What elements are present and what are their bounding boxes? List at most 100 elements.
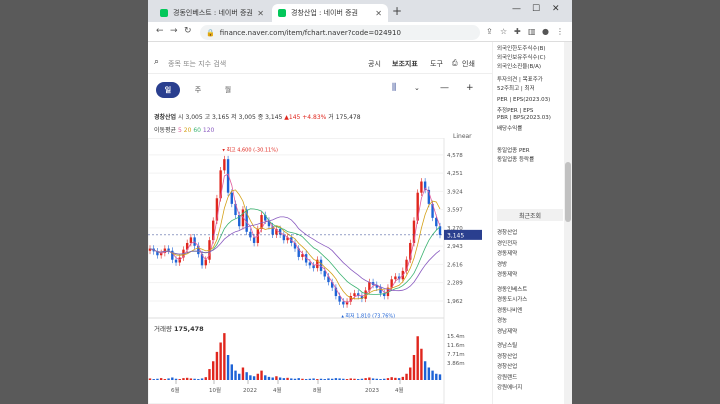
recent-item[interactable]: 경동제약 xyxy=(497,270,517,278)
menu-disclosure[interactable]: 공시 xyxy=(368,59,381,69)
tab-inactive[interactable]: 경동인베스트 : 네이버 증권 ✕ xyxy=(154,4,270,22)
close-icon[interactable]: ✕ xyxy=(257,9,264,18)
y-tick-label: 1,962 xyxy=(447,299,463,305)
stock-name: 경창산업 xyxy=(154,114,177,121)
print-icon[interactable]: ⎙ xyxy=(452,59,458,68)
open-label: 시 xyxy=(178,114,184,121)
volume-bar xyxy=(252,376,256,380)
recent-item[interactable]: 경인전자 xyxy=(497,239,517,247)
recent-item[interactable]: 강원에너지 xyxy=(497,383,522,391)
recent-item[interactable]: 경동나비엔 xyxy=(497,306,522,314)
volume-bar xyxy=(397,378,401,380)
recent-item[interactable]: 경농 xyxy=(497,316,507,324)
chevron-down-icon[interactable]: ⌄ xyxy=(414,84,420,92)
recent-item[interactable]: 경창산업 xyxy=(497,352,517,360)
extensions-icon[interactable]: ✚ xyxy=(514,27,521,36)
back-icon[interactable]: ← xyxy=(156,26,164,36)
candle-body xyxy=(249,231,252,238)
y-tick-label: 2,616 xyxy=(447,262,463,268)
volume-bar xyxy=(208,369,211,380)
menu-print[interactable]: 인쇄 xyxy=(462,59,475,69)
volume-bar xyxy=(409,367,412,380)
volume-bar xyxy=(427,367,431,380)
close-value: 3,145 xyxy=(265,114,283,121)
search-input[interactable]: 종목 또는 지수 검색 xyxy=(168,59,226,69)
ma-5[interactable]: 5 xyxy=(178,127,182,134)
chart-panel: ⌕ 종목 또는 지수 검색 공시 보조지표 도구 ⎙ 인쇄 일 주 월 ⫼ ⌄ … xyxy=(148,42,492,404)
recent-item[interactable]: 경남제약 xyxy=(497,327,517,335)
recent-item[interactable]: 경동도시가스 xyxy=(497,295,527,303)
volume-label: 거 xyxy=(328,114,334,121)
candle-type-icon[interactable]: ⫼ xyxy=(392,83,396,93)
open-value: 3,005 xyxy=(185,114,203,121)
period-day[interactable]: 일 xyxy=(156,82,180,98)
sidebar-stat-item: PER | EPS(2023.03) xyxy=(497,97,551,103)
window-close-icon[interactable]: ✕ xyxy=(552,4,560,14)
sidebar: 최근조회 외국인한도주식수(B) 외국인보유주식수(C) 외국인소진율(B/A) 투자… xyxy=(492,42,572,404)
volume-bar xyxy=(167,378,170,380)
ma-label: 이동평균 xyxy=(154,127,177,134)
recent-item[interactable]: 경창산업 xyxy=(497,362,517,370)
url-text: finance.naver.com/item/fchart.naver?code… xyxy=(219,28,401,37)
volume-bar xyxy=(312,378,315,380)
ma-60[interactable]: 60 xyxy=(193,127,201,134)
volume-header-label: 거래량 xyxy=(154,325,172,333)
volume-bar xyxy=(379,379,382,380)
tab-active[interactable]: 경창산업 : 네이버 증권 ✕ xyxy=(272,4,388,22)
zoom-out-icon[interactable]: — xyxy=(440,83,449,93)
candle-body xyxy=(230,192,233,204)
volume-bar xyxy=(189,378,193,380)
recent-item[interactable]: 경방 xyxy=(497,260,507,268)
price-chart[interactable]: 1,9622,2892,6162,9433,2703,5973,9244,251… xyxy=(148,138,492,404)
menu-icon[interactable]: ⋮ xyxy=(556,27,564,36)
volume-tick-label: 7.71m xyxy=(447,352,465,358)
volume-tick-label: 15.4m xyxy=(447,334,465,340)
volume-bar xyxy=(316,379,319,380)
sidepanel-icon[interactable]: ▥ xyxy=(528,27,536,36)
y-tick-label: 2,289 xyxy=(447,281,463,287)
zoom-in-icon[interactable]: + xyxy=(466,83,474,93)
volume-bar xyxy=(219,342,222,380)
recent-item[interactable]: 경남스틸 xyxy=(497,341,517,349)
volume-bar xyxy=(204,377,207,380)
ma-120[interactable]: 120 xyxy=(203,127,214,134)
menu-tools[interactable]: 도구 xyxy=(430,59,443,69)
browser-window: 경동인베스트 : 네이버 증권 ✕ 경창산업 : 네이버 증권 ✕ + — ☐ … xyxy=(148,0,572,404)
star-icon[interactable]: ☆ xyxy=(500,27,507,36)
recent-item[interactable]: 경창산업 xyxy=(497,228,517,236)
sidebar-stat-item: 외국인한도주식수(B) xyxy=(497,46,546,52)
share-icon[interactable]: ⇪ xyxy=(486,27,493,36)
volume-bar xyxy=(431,370,434,380)
scrollbar-thumb[interactable] xyxy=(565,162,571,222)
volume-bar xyxy=(163,379,167,380)
recent-item[interactable]: 경동제약 xyxy=(497,249,517,257)
volume-bar xyxy=(345,379,349,380)
candle-body xyxy=(252,237,256,243)
candle-body xyxy=(193,237,196,246)
forward-icon[interactable]: → xyxy=(170,26,178,36)
high-value: 3,165 xyxy=(212,114,230,121)
address-bar-row: ← → ↻ 🔒 finance.naver.com/item/fchart.na… xyxy=(148,22,572,42)
new-tab-icon[interactable]: + xyxy=(392,4,402,18)
recent-item[interactable]: 강원랜드 xyxy=(497,373,517,381)
close-icon[interactable]: ✕ xyxy=(375,9,382,18)
reload-icon[interactable]: ↻ xyxy=(184,26,192,36)
y-tick-label: 4,251 xyxy=(447,171,463,177)
volume-bar xyxy=(420,348,423,380)
ma-20[interactable]: 20 xyxy=(184,127,192,134)
minimize-icon[interactable]: — xyxy=(512,4,521,14)
volume-bar xyxy=(278,377,282,380)
menu-indicators[interactable]: 보조지표 xyxy=(392,59,418,69)
volume-bar xyxy=(360,378,364,380)
recent-item[interactable]: 경동인베스트 xyxy=(497,285,527,293)
profile-icon[interactable]: ● xyxy=(542,27,549,36)
sidebar-stat-item: 외국인소진율(B/A) xyxy=(497,64,542,70)
scrollbar[interactable] xyxy=(564,42,572,404)
candle-body xyxy=(174,259,178,263)
address-input[interactable]: 🔒 finance.naver.com/item/fchart.naver?co… xyxy=(200,25,480,40)
period-week[interactable]: 주 xyxy=(186,82,210,98)
period-month[interactable]: 월 xyxy=(216,82,240,98)
search-icon[interactable]: ⌕ xyxy=(154,57,159,67)
maximize-icon[interactable]: ☐ xyxy=(532,4,540,14)
volume-bar xyxy=(159,378,163,380)
